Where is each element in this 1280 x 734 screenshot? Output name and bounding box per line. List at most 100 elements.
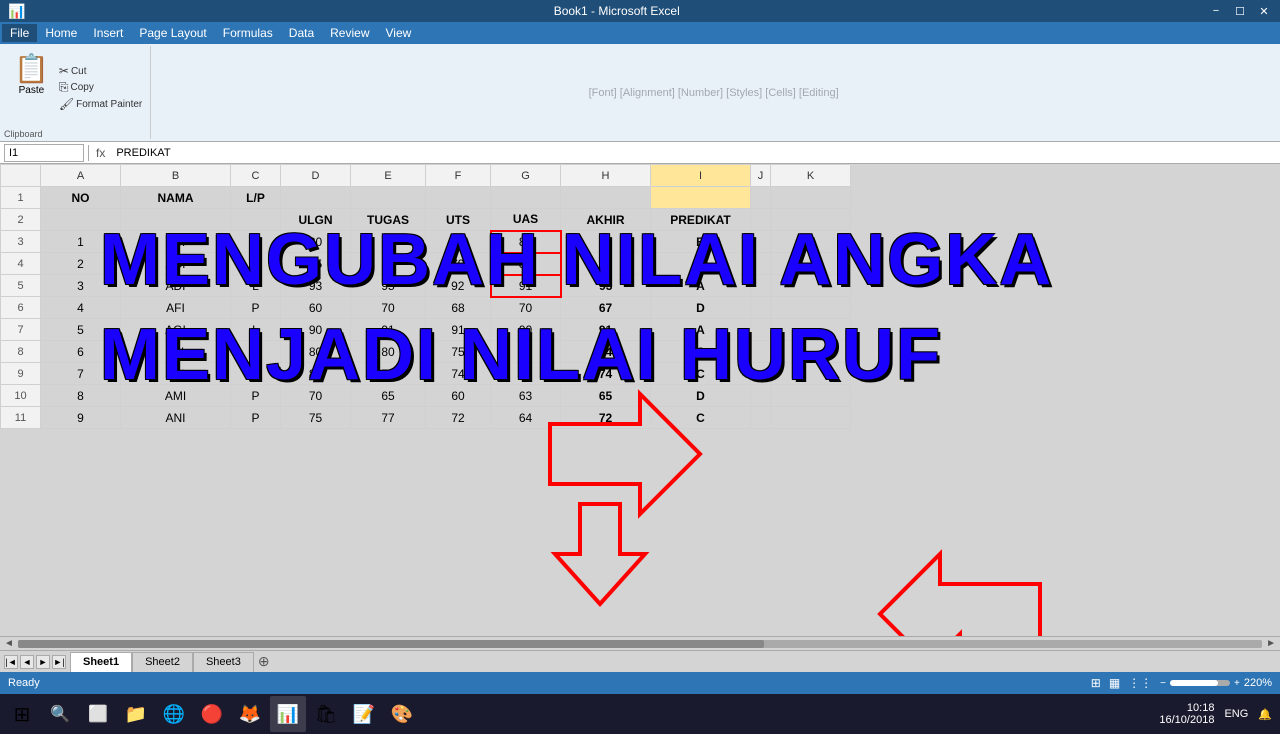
cell-h1[interactable] — [561, 187, 651, 209]
row-number[interactable]: 11 — [1, 407, 41, 429]
row-number[interactable]: 10 — [1, 385, 41, 407]
row-number[interactable]: 1 — [1, 187, 41, 209]
maximize-button[interactable]: ☐ — [1232, 3, 1248, 19]
cell-e11[interactable]: 77 — [351, 407, 426, 429]
col-header-f[interactable]: F — [426, 165, 491, 187]
menu-page-layout[interactable]: Page Layout — [131, 24, 214, 42]
view-normal-icon[interactable]: ⊞ — [1091, 676, 1101, 690]
clipboard-group: 📋 Paste ✂ Cut ⎘ Copy 🖌 Format Painter — [4, 46, 151, 139]
col-header-e[interactable]: E — [351, 165, 426, 187]
cell-c1[interactable]: L/P — [231, 187, 281, 209]
file-explorer-button[interactable]: 📁 — [118, 696, 154, 732]
cell-h11[interactable]: 72 — [561, 407, 651, 429]
cell-i11[interactable]: C — [651, 407, 751, 429]
paste-button[interactable]: 📋 Paste — [10, 50, 53, 125]
windows-icon: ⊞ — [14, 702, 31, 727]
menu-data[interactable]: Data — [281, 24, 322, 42]
cell-k1[interactable] — [771, 187, 851, 209]
paste-label: Paste — [19, 85, 45, 96]
cell-d11[interactable]: 75 — [281, 407, 351, 429]
row-number[interactable]: 8 — [1, 341, 41, 363]
sheet-tab-1[interactable]: Sheet1 — [70, 652, 132, 672]
notification-area[interactable]: 🔔 — [1254, 708, 1276, 721]
zoom-out-icon[interactable]: − — [1160, 678, 1166, 689]
cell-f11[interactable]: 72 — [426, 407, 491, 429]
firefox-button[interactable]: 🦊 — [232, 696, 268, 732]
name-box[interactable] — [4, 144, 84, 162]
cell-c11[interactable]: P — [231, 407, 281, 429]
cut-button[interactable]: ✂ Cut — [57, 63, 144, 79]
row-number[interactable]: 9 — [1, 363, 41, 385]
view-page-break-icon[interactable]: ⋮⋮ — [1128, 676, 1152, 690]
cell-j1[interactable] — [751, 187, 771, 209]
cell-b1[interactable]: NAMA — [121, 187, 231, 209]
menu-home[interactable]: Home — [37, 24, 85, 42]
zoom-level: 220% — [1244, 677, 1272, 689]
word-button[interactable]: 📝 — [346, 696, 382, 732]
formula-input[interactable] — [112, 144, 1276, 162]
cell-b11[interactable]: ANI — [121, 407, 231, 429]
cell-j11[interactable] — [751, 407, 771, 429]
row-number[interactable]: 7 — [1, 319, 41, 341]
format-painter-button[interactable]: 🖌 Format Painter — [57, 96, 144, 112]
menu-formulas[interactable]: Formulas — [215, 24, 281, 42]
col-header-a[interactable]: A — [41, 165, 121, 187]
menu-review[interactable]: Review — [322, 24, 377, 42]
task-view-button[interactable]: ⬜ — [80, 696, 116, 732]
zoom-control: − + 220% — [1160, 677, 1272, 689]
start-button[interactable]: ⊞ — [4, 696, 40, 732]
sheet-tab-3[interactable]: Sheet3 — [193, 652, 254, 672]
scroll-thumb[interactable] — [18, 640, 765, 648]
close-button[interactable]: ✕ — [1256, 3, 1272, 19]
menu-file[interactable]: File — [2, 24, 37, 42]
fx-icon[interactable]: fx — [93, 146, 108, 160]
sheet-tab-2[interactable]: Sheet2 — [132, 652, 193, 672]
col-header-i[interactable]: I — [651, 165, 751, 187]
scroll-left-icon[interactable]: ◄ — [4, 638, 14, 649]
col-header-c[interactable]: C — [231, 165, 281, 187]
tab-last-button[interactable]: ►| — [52, 655, 66, 669]
tab-first-button[interactable]: |◄ — [4, 655, 18, 669]
cell-a1[interactable]: NO — [41, 187, 121, 209]
cell-i1[interactable] — [651, 187, 751, 209]
scroll-track[interactable] — [18, 640, 1262, 648]
chrome-button[interactable]: 🔴 — [194, 696, 230, 732]
paint-button[interactable]: 🎨 — [384, 696, 420, 732]
col-header-j[interactable]: J — [751, 165, 771, 187]
tab-prev-button[interactable]: ◄ — [20, 655, 34, 669]
tab-next-button[interactable]: ► — [36, 655, 50, 669]
scroll-right-icon[interactable]: ► — [1266, 638, 1276, 649]
row-number[interactable]: 4 — [1, 253, 41, 275]
col-header-d[interactable]: D — [281, 165, 351, 187]
cell-f1[interactable] — [426, 187, 491, 209]
col-header-b[interactable]: B — [121, 165, 231, 187]
search-button[interactable]: 🔍 — [42, 696, 78, 732]
row-number[interactable]: 5 — [1, 275, 41, 297]
copy-button[interactable]: ⎘ Copy — [57, 79, 144, 96]
store-icon: 🛍 — [315, 704, 338, 725]
col-header-g[interactable]: G — [491, 165, 561, 187]
excel-taskbar-button[interactable]: 📊 — [270, 696, 306, 732]
cell-d1[interactable] — [281, 187, 351, 209]
horizontal-scrollbar[interactable]: ◄ ► — [0, 636, 1280, 650]
cell-g1[interactable] — [491, 187, 561, 209]
row-number[interactable]: 2 — [1, 209, 41, 231]
edge-button[interactable]: 🌐 — [156, 696, 192, 732]
cell-k11[interactable] — [771, 407, 851, 429]
add-sheet-button[interactable]: ⊕ — [258, 653, 270, 670]
tab-bar: |◄ ◄ ► ►| Sheet1 Sheet2 Sheet3 ⊕ — [0, 650, 1280, 672]
cell-g11[interactable]: 64 — [491, 407, 561, 429]
cell-a11[interactable]: 9 — [41, 407, 121, 429]
col-header-k[interactable]: K — [771, 165, 851, 187]
zoom-in-icon[interactable]: + — [1234, 678, 1240, 689]
menu-view[interactable]: View — [378, 24, 420, 42]
row-number[interactable]: 6 — [1, 297, 41, 319]
zoom-slider[interactable] — [1170, 680, 1230, 686]
store-button[interactable]: 🛍 — [308, 696, 344, 732]
minimize-button[interactable]: − — [1208, 3, 1224, 19]
row-number[interactable]: 3 — [1, 231, 41, 253]
view-layout-icon[interactable]: ▦ — [1109, 676, 1120, 690]
cell-e1[interactable] — [351, 187, 426, 209]
menu-insert[interactable]: Insert — [85, 24, 131, 42]
col-header-h[interactable]: H — [561, 165, 651, 187]
